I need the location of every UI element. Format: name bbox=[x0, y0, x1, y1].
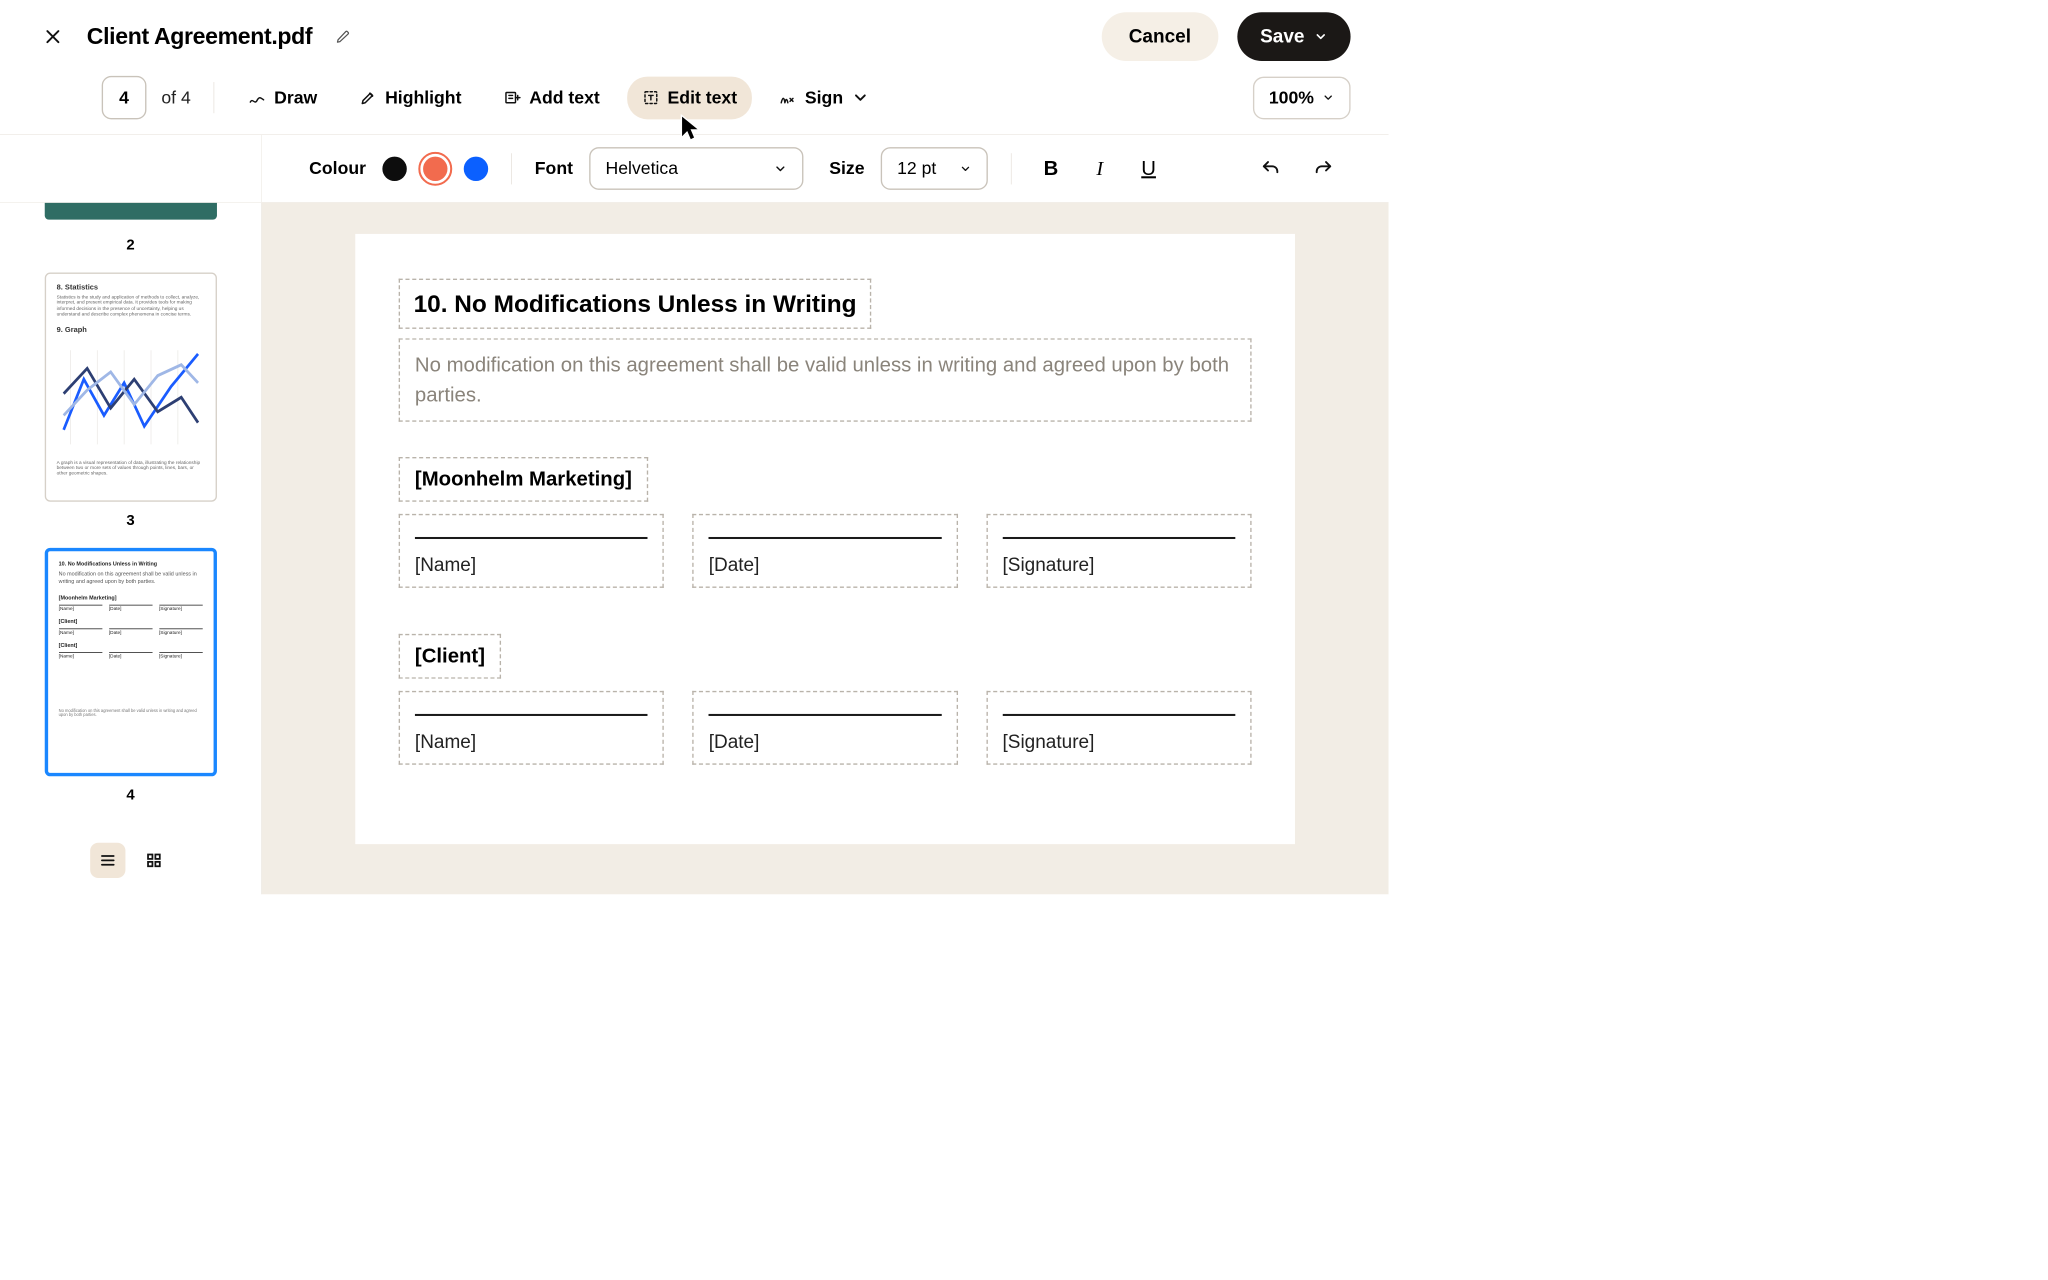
view-list-button[interactable] bbox=[90, 843, 125, 878]
thumbnail-list[interactable]: 2 8. Statistics Statistics is the study … bbox=[0, 203, 261, 831]
redo-icon bbox=[1313, 158, 1333, 178]
colour-swatch-blue[interactable] bbox=[464, 156, 488, 180]
close-icon bbox=[43, 27, 62, 46]
section-paragraph[interactable]: No modification on this agreement shall … bbox=[399, 338, 1252, 421]
chart-thumbnail-icon bbox=[57, 343, 205, 451]
tool-edit-text[interactable]: Edit text bbox=[627, 76, 752, 119]
signature-row-2: [Name] [Date] [Signature] bbox=[399, 691, 1252, 765]
section-heading[interactable]: 10. No Modifications Unless in Writing bbox=[399, 279, 872, 329]
thumbnail-page-4[interactable]: 10. No Modifications Unless in Writing N… bbox=[44, 548, 216, 776]
cancel-button[interactable]: Cancel bbox=[1102, 12, 1218, 61]
underline-button[interactable]: U bbox=[1132, 152, 1165, 185]
size-value: 12 pt bbox=[897, 158, 936, 179]
tool-draw[interactable]: Draw bbox=[233, 76, 332, 119]
size-select[interactable]: 12 pt bbox=[881, 147, 988, 190]
document-title: Client Agreement.pdf bbox=[87, 23, 312, 49]
chevron-down-icon bbox=[851, 89, 869, 107]
divider bbox=[1011, 153, 1012, 184]
format-bar-row: Colour Font Helvetica Size 12 pt B I U bbox=[0, 135, 1389, 203]
signature-field-1[interactable]: [Signature] bbox=[986, 514, 1251, 588]
undo-button[interactable] bbox=[1254, 152, 1287, 185]
date-field-1[interactable]: [Date] bbox=[692, 514, 957, 588]
thumbnail-page-3[interactable]: 8. Statistics Statistics is the study an… bbox=[44, 272, 216, 501]
save-button[interactable]: Save bbox=[1237, 12, 1351, 61]
thumbnail-page-2-partial[interactable] bbox=[44, 203, 216, 220]
chevron-down-icon bbox=[1322, 92, 1334, 104]
party-2-label[interactable]: [Client] bbox=[399, 634, 502, 679]
grid-icon bbox=[145, 852, 163, 870]
highlight-icon bbox=[359, 89, 377, 107]
tool-sign[interactable]: Sign bbox=[764, 76, 884, 119]
sign-icon bbox=[779, 89, 797, 107]
rename-button[interactable] bbox=[331, 25, 354, 48]
font-label: Font bbox=[535, 158, 573, 179]
list-icon bbox=[99, 852, 117, 870]
bold-button[interactable]: B bbox=[1035, 152, 1068, 185]
page-number-input[interactable]: 4 bbox=[102, 76, 147, 119]
main-toolbar: 4 of 4 Draw Highlight Add text Edit text… bbox=[0, 66, 1389, 134]
document-canvas[interactable]: 10. No Modifications Unless in Writing N… bbox=[262, 203, 1389, 895]
zoom-selector[interactable]: 100% bbox=[1253, 76, 1351, 119]
view-grid-button[interactable] bbox=[136, 843, 171, 878]
divider bbox=[511, 153, 512, 184]
tool-add-text[interactable]: Add text bbox=[489, 76, 615, 119]
colour-swatch-orange[interactable] bbox=[423, 156, 447, 180]
name-field-1[interactable]: [Name] bbox=[399, 514, 664, 588]
app-header: Client Agreement.pdf Cancel Save bbox=[0, 0, 1389, 66]
divider bbox=[214, 82, 215, 113]
tool-highlight[interactable]: Highlight bbox=[344, 76, 476, 119]
colour-label: Colour bbox=[309, 158, 366, 179]
thumbnail-number-2: 2 bbox=[126, 236, 134, 254]
date-field-2[interactable]: [Date] bbox=[692, 691, 957, 765]
signature-field-2[interactable]: [Signature] bbox=[986, 691, 1251, 765]
main-area: 2 8. Statistics Statistics is the study … bbox=[0, 203, 1389, 895]
thumbnail-sidebar: 2 8. Statistics Statistics is the study … bbox=[0, 203, 262, 895]
italic-button[interactable]: I bbox=[1084, 152, 1117, 185]
redo-button[interactable] bbox=[1307, 152, 1340, 185]
undo-icon bbox=[1260, 158, 1280, 178]
signature-row-1: [Name] [Date] [Signature] bbox=[399, 514, 1252, 588]
font-select[interactable]: Helvetica bbox=[589, 147, 803, 190]
chevron-down-icon bbox=[774, 162, 788, 176]
format-bar: Colour Font Helvetica Size 12 pt B I U bbox=[262, 135, 1389, 202]
view-toggle bbox=[0, 831, 261, 895]
thumbnail-number-3: 3 bbox=[126, 511, 134, 529]
page-count-label: of 4 bbox=[161, 87, 190, 108]
edit-text-icon bbox=[642, 89, 660, 107]
font-value: Helvetica bbox=[606, 158, 679, 179]
save-label: Save bbox=[1260, 26, 1304, 48]
page-4: 10. No Modifications Unless in Writing N… bbox=[355, 234, 1295, 844]
close-button[interactable] bbox=[38, 22, 68, 52]
draw-icon bbox=[248, 89, 266, 107]
party-1-label[interactable]: [Moonhelm Marketing] bbox=[399, 457, 649, 502]
zoom-value: 100% bbox=[1269, 87, 1314, 108]
name-field-2[interactable]: [Name] bbox=[399, 691, 664, 765]
pencil-icon bbox=[335, 29, 350, 44]
size-label: Size bbox=[829, 158, 864, 179]
chevron-down-icon bbox=[1314, 30, 1328, 44]
chevron-down-icon bbox=[959, 162, 971, 174]
thumbnail-number-4: 4 bbox=[126, 786, 134, 804]
add-text-icon bbox=[503, 89, 521, 107]
colour-swatch-black[interactable] bbox=[382, 156, 406, 180]
